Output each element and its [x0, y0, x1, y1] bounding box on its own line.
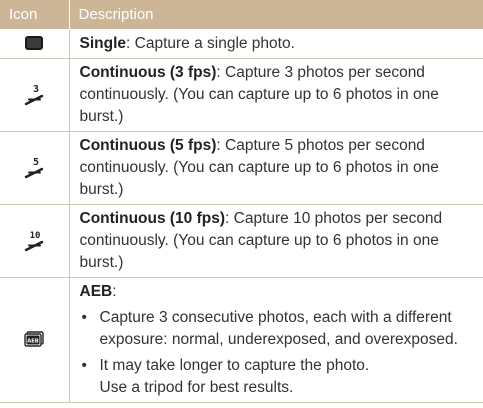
text-aeb: : — [112, 283, 117, 300]
text-single: : Capture a single photo. — [126, 34, 295, 52]
continuous-10fps-icon: 10 — [25, 231, 44, 252]
table-row-aeb: AEB AEB: • Capture 3 consecutive photos, … — [0, 277, 483, 403]
header-description: Description — [68, 0, 483, 29]
aeb-heading: AEB: — [80, 281, 476, 303]
list-item: • Capture 3 consecutive photos, each with… — [81, 309, 458, 348]
aeb-icon-label: AEB — [27, 338, 39, 344]
table-row-continuous-10fps: 10 Continuous (10 fps): Capture 10 photo… — [0, 204, 483, 278]
drive-mode-table: Icon Description Single: Capture a singl… — [0, 0, 483, 403]
icon-number-5: 5 — [33, 157, 39, 168]
aeb-bullet-1: Capture 3 consecutive photos, each with … — [99, 309, 458, 348]
table-row-continuous-3fps: 3 Continuous (3 fps): Capture 3 photos p… — [0, 58, 483, 132]
aeb-icon: AEB — [24, 331, 44, 347]
list-item: • It may take longer to capture the photo… — [80, 355, 476, 399]
continuous-3fps-icon: 3 — [25, 84, 44, 106]
term-continuous-5fps: Continuous (5 fps) — [79, 137, 217, 154]
description-continuous-10fps: Continuous (10 fps): Capture 10 photos p… — [68, 204, 483, 278]
description-single: Single: Capture a single photo. — [68, 29, 483, 59]
aeb-bullet-list: • Capture 3 consecutive photos, each with… — [80, 307, 476, 399]
icon-number-3: 3 — [33, 84, 39, 95]
table-row-single: Single: Capture a single photo. — [0, 29, 483, 59]
single-shot-icon — [25, 36, 44, 51]
description-continuous-3fps: Continuous (3 fps): Capture 3 photos per… — [68, 58, 483, 132]
description-continuous-5fps: Continuous (5 fps): Capture 5 photos per… — [68, 131, 483, 205]
term-continuous-10fps: Continuous (10 fps) — [79, 210, 226, 227]
description-aeb: AEB: • Capture 3 consecutive photos, each… — [68, 277, 483, 403]
table-header-row: Icon Description — [0, 0, 483, 29]
term-aeb: AEB — [79, 283, 113, 300]
header-icon: Icon — [0, 0, 69, 29]
term-continuous-3fps: Continuous (3 fps) — [79, 64, 217, 81]
aeb-bullet-2: It may take longer to capture the photo. — [99, 357, 370, 374]
aeb-bullet-2-continuation: Use a tripod for best results. — [99, 379, 294, 396]
icon-number-10: 10 — [30, 231, 41, 241]
table-row-continuous-5fps: 5 Continuous (5 fps): Capture 5 photos p… — [0, 131, 483, 205]
continuous-5fps-icon: 5 — [25, 157, 44, 179]
term-single: Single — [79, 34, 127, 52]
